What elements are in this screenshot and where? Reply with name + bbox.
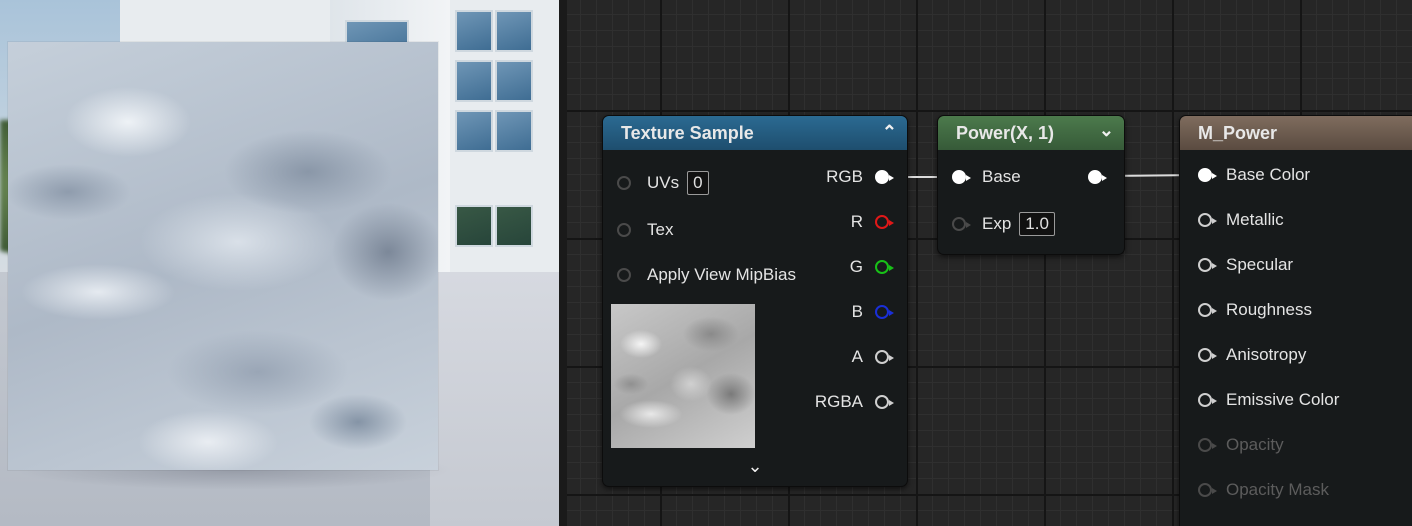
input-pin[interactable] — [617, 268, 631, 282]
input-pin — [1198, 438, 1217, 452]
output-pin[interactable] — [875, 305, 894, 319]
input-uvs[interactable]: UVs 0 — [617, 171, 709, 195]
input-pin[interactable] — [617, 176, 631, 190]
preview-plane-mesh — [8, 42, 438, 470]
pin-label: Base — [982, 167, 1021, 186]
output-pin[interactable] — [875, 395, 894, 409]
power-output-pin[interactable] — [1088, 170, 1107, 184]
pin-label: Apply View MipBias — [647, 265, 796, 284]
pin-label: UVs — [647, 173, 680, 192]
pin-label: B — [851, 302, 863, 321]
building-window — [455, 10, 493, 52]
input-pin — [1198, 483, 1217, 497]
building-window — [455, 205, 493, 247]
output-rgba[interactable]: RGBA — [814, 392, 894, 412]
pin-label: G — [849, 257, 863, 276]
pin-label: Tex — [647, 220, 674, 239]
pin-label: R — [850, 212, 863, 231]
power-header[interactable]: Power(X, 1) ⌄ — [938, 116, 1124, 150]
input-apply-view-mipbias[interactable]: Apply View MipBias — [617, 265, 796, 285]
input-anisotropy[interactable]: Anisotropy — [1198, 345, 1306, 365]
input-pin[interactable] — [1198, 213, 1217, 227]
pin-label: Roughness — [1226, 300, 1313, 319]
pin-label: Opacity — [1226, 435, 1284, 454]
pin-label: RGB — [826, 167, 863, 186]
texture-sample-header[interactable]: Texture Sample ⌃ — [603, 116, 907, 150]
pin-label: RGBA — [814, 392, 863, 411]
input-pin[interactable] — [617, 223, 631, 237]
chevron-up-icon[interactable]: ⌃ — [882, 122, 897, 143]
input-pin[interactable] — [1198, 393, 1217, 407]
pin-label: Base Color — [1226, 165, 1311, 184]
input-pin[interactable] — [1198, 303, 1217, 317]
material-header[interactable]: M_Power — [1180, 116, 1412, 150]
building-window — [495, 110, 533, 152]
output-r[interactable]: R — [850, 212, 894, 232]
node-title: Texture Sample — [621, 122, 754, 143]
input-tex[interactable]: Tex — [617, 220, 673, 240]
uvs-value-field[interactable]: 0 — [687, 171, 709, 195]
building-window — [495, 60, 533, 102]
texture-thumbnail[interactable] — [611, 304, 755, 448]
material-graph-canvas[interactable]: Texture Sample ⌃ UVs 0 Tex Apply View Mi… — [559, 0, 1412, 526]
output-g[interactable]: G — [849, 257, 894, 277]
chevron-down-icon[interactable]: ⌄ — [603, 456, 907, 477]
panel-divider[interactable] — [559, 0, 567, 526]
building-window — [455, 110, 493, 152]
pin-label: Opacity Mask — [1226, 480, 1329, 499]
building-window — [495, 205, 533, 247]
input-opacity-mask: Opacity Mask — [1198, 480, 1329, 500]
input-pin[interactable] — [952, 170, 971, 184]
input-pin[interactable] — [1198, 258, 1217, 272]
pin-label: Anisotropy — [1226, 345, 1307, 364]
input-base-color[interactable]: Base Color — [1198, 165, 1310, 185]
power-node[interactable]: Power(X, 1) ⌄ Base Exp 1.0 — [937, 115, 1125, 255]
output-pin[interactable] — [875, 350, 894, 364]
node-title: Power(X, 1) — [956, 122, 1055, 143]
output-b[interactable]: B — [851, 302, 894, 322]
material-preview-viewport[interactable] — [0, 0, 559, 526]
input-exp[interactable]: Exp 1.0 — [952, 212, 1055, 236]
input-pin[interactable] — [1198, 348, 1217, 362]
input-roughness[interactable]: Roughness — [1198, 300, 1312, 320]
input-pin[interactable] — [1198, 168, 1217, 182]
input-base[interactable]: Base — [952, 167, 1021, 187]
input-pin[interactable] — [952, 217, 971, 231]
exp-value-field[interactable]: 1.0 — [1019, 212, 1055, 236]
output-pin[interactable] — [875, 170, 894, 184]
input-opacity: Opacity — [1198, 435, 1284, 455]
pin-label: Metallic — [1226, 210, 1284, 229]
input-metallic[interactable]: Metallic — [1198, 210, 1284, 230]
pin-label: Emissive Color — [1226, 390, 1340, 409]
output-pin[interactable] — [875, 215, 894, 229]
input-emissive-color[interactable]: Emissive Color — [1198, 390, 1339, 410]
pin-label: Exp — [982, 214, 1012, 233]
input-specular[interactable]: Specular — [1198, 255, 1293, 275]
building-window — [495, 10, 533, 52]
building-window — [455, 60, 493, 102]
output-rgb[interactable]: RGB — [826, 167, 894, 187]
output-a[interactable]: A — [851, 347, 894, 367]
node-title: M_Power — [1198, 122, 1278, 143]
pin-label: A — [851, 347, 863, 366]
chevron-down-icon[interactable]: ⌄ — [1099, 120, 1114, 141]
texture-sample-node[interactable]: Texture Sample ⌃ UVs 0 Tex Apply View Mi… — [602, 115, 908, 487]
output-pin[interactable] — [875, 260, 894, 274]
material-result-node[interactable]: M_Power Base Color Metallic Specular Rou… — [1179, 115, 1412, 526]
pin-label: Specular — [1226, 255, 1294, 274]
